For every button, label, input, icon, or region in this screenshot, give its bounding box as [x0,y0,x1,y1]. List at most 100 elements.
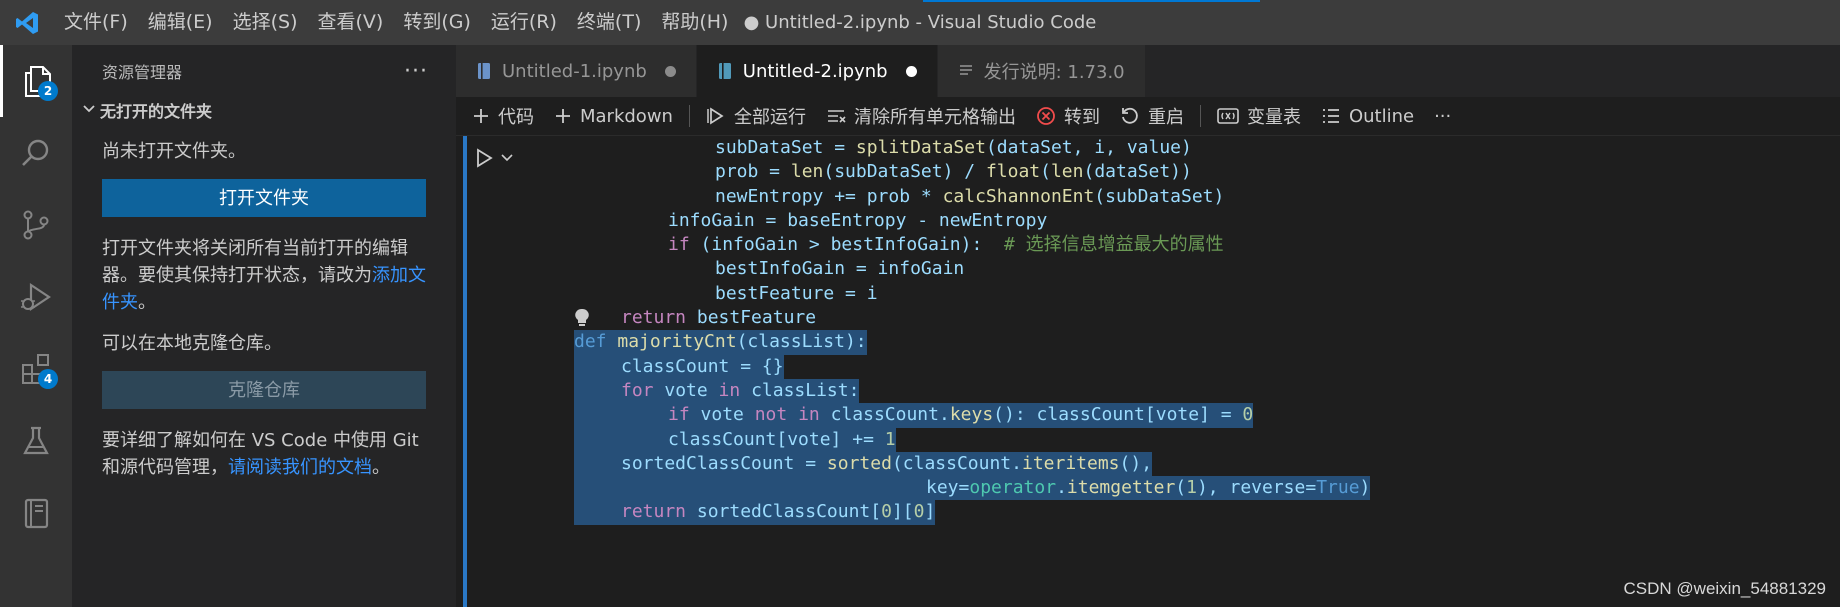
open-folder-note-text: 打开文件夹将关闭所有当前打开的编辑器。要使其保持打开状态，请改为 [102,238,408,286]
clone-repo-button[interactable]: 克隆仓库 [102,371,426,409]
menu-help[interactable]: 帮助(H) [651,0,738,45]
restart-icon [1120,106,1140,126]
explorer-badge: 2 [38,81,58,101]
menu-go[interactable]: 转到(G) [393,0,481,45]
lightbulb-icon[interactable] [574,308,590,332]
testing-button[interactable] [0,405,72,477]
tab-untitled-1[interactable]: Untitled-1.ipynb [456,45,697,97]
title-bar: 文件(F) 编辑(E) 选择(S) 查看(V) 转到(G) 运行(R) 终端(T… [0,0,1840,45]
notebook-file-icon [476,62,492,80]
explorer-sidebar: 资源管理器 ··· 无打开的文件夹 尚未打开文件夹。 打开文件夹 打开文件夹将关… [72,45,456,607]
editor-area: Untitled-1.ipynb Untitled-2.ipynb 发行说明: … [456,45,1840,607]
clear-all-icon [826,106,846,126]
code-line-selected: classCount = {} [574,354,1840,379]
code-line-selected: for vote in classList: [574,378,1840,404]
menu-bar: 文件(F) 编辑(E) 选择(S) 查看(V) 转到(G) 运行(R) 终端(T… [54,0,738,45]
sidebar-header: 资源管理器 ··· [72,45,456,97]
notebook-cell: subDataSet = splitDataSet(dataSet, i, va… [456,136,1840,607]
more-actions-icon[interactable]: ··· [404,59,428,84]
variables-button[interactable]: 变量表 [1217,103,1301,129]
notebook-toolbar: 代码 Markdown 全部运行 清除所有单元格输出 转到 重启 变量表 Out… [456,97,1840,136]
list-icon [1321,107,1341,125]
editor-tabs: Untitled-1.ipynb Untitled-2.ipynb 发行说明: … [456,45,1840,97]
vscode-logo-icon[interactable] [0,0,54,45]
more-toolbar-actions[interactable]: ··· [1434,106,1451,127]
unsaved-dot-icon[interactable] [664,65,676,77]
run-debug-button[interactable] [0,261,72,333]
menu-run[interactable]: 运行(R) [481,0,567,45]
tab-label: 发行说明: 1.73.0 [983,62,1125,83]
code-line: infoGain = baseEntropy - newEntropy [668,209,1048,231]
notebook-file-icon [717,62,733,80]
unsaved-dot-icon[interactable] [905,65,917,77]
variables-icon [1217,107,1239,125]
search-icon [22,139,49,166]
run-debug-icon [21,282,51,312]
notebook-button[interactable] [0,477,72,549]
git-help-text: 要详细了解如何在 VS Code 中使用 Git 和源代码管理，请阅读我们的文档… [102,427,426,481]
menu-terminal[interactable]: 终端(T) [567,0,651,45]
add-markdown-label: Markdown [580,105,673,127]
cell-focus-bar [463,136,467,607]
tab-untitled-2[interactable]: Untitled-2.ipynb [696,45,938,97]
code-line-selected: return sortedClassCount[0][0] [574,500,1840,525]
menu-selection[interactable]: 选择(S) [223,0,308,45]
add-code-cell-button[interactable]: 代码 [472,103,534,129]
code-line: prob = len(subDataSet) / float(len(dataS… [715,161,1192,183]
code-line-selected: key=operator.itemgetter(1), reverse=True… [574,476,1840,501]
sidebar-title: 资源管理器 [102,63,183,82]
goto-label: 转到 [1063,107,1100,128]
code-line-selected: def majorityCnt(classList): [574,330,1840,355]
extensions-badge: 4 [38,369,58,389]
plus-icon [554,107,572,125]
code-line: if (infoGain > bestInfoGain): # 选择信息增益最大… [668,234,1224,256]
menu-edit[interactable]: 编辑(E) [138,0,223,45]
menu-view[interactable]: 查看(V) [308,0,394,45]
section-title: 无打开的文件夹 [100,102,213,121]
release-notes-icon [958,63,974,79]
goto-button[interactable]: 转到 [1036,103,1100,129]
run-all-icon [706,106,726,126]
menu-file[interactable]: 文件(F) [54,0,138,45]
run-cell-button[interactable] [474,148,514,168]
no-folder-section-header[interactable]: 无打开的文件夹 [72,97,456,123]
code-line: return bestFeature [621,307,817,329]
source-control-button[interactable] [0,189,72,261]
flask-icon [23,426,49,455]
tab-label: Untitled-1.ipynb [502,60,647,82]
add-folder-suffix: 。 [138,292,156,313]
clear-outputs-label: 清除所有单元格输出 [853,107,1016,128]
restart-label: 重启 [1147,107,1184,128]
code-line: subDataSet = splitDataSet(dataSet, i, va… [715,137,1192,158]
search-button[interactable] [0,117,72,189]
sidebar-body: 尚未打开文件夹。 打开文件夹 打开文件夹将关闭所有当前打开的编辑器。要使其保持打… [72,138,456,481]
open-folder-button[interactable]: 打开文件夹 [102,179,426,217]
outline-button[interactable]: Outline [1321,106,1414,127]
title-accent-line [923,0,1260,2]
read-docs-link[interactable]: 请阅读我们的文档 [228,457,372,478]
watermark: CSDN @weixin_54881329 [1623,579,1826,598]
extensions-button[interactable]: 4 [0,333,72,405]
code-editor[interactable]: subDataSet = splitDataSet(dataSet, i, va… [574,136,1840,525]
add-code-label: 代码 [498,107,534,128]
add-markdown-cell-button[interactable]: Markdown [554,106,673,127]
plus-icon [472,107,490,125]
code-line-selected: classCount[vote] += 1 [574,427,1840,452]
tab-release-notes[interactable]: 发行说明: 1.73.0 [937,45,1146,97]
code-line-selected: sortedClassCount = sorted(classCount.ite… [574,451,1840,477]
run-all-button[interactable]: 全部运行 [706,103,806,129]
clear-outputs-button[interactable]: 清除所有单元格输出 [826,103,1016,129]
variables-label: 变量表 [1246,107,1301,128]
toolbar-separator [688,105,690,127]
tab-label: Untitled-2.ipynb [742,60,888,82]
no-folder-text: 尚未打开文件夹。 [102,141,246,162]
code-line: bestFeature = i [715,282,878,304]
clone-text: 可以在本地克隆仓库。 [102,333,282,354]
outline-label: Outline [1348,105,1415,127]
source-control-icon [23,210,49,240]
restart-button[interactable]: 重启 [1120,103,1184,129]
play-icon [477,148,493,168]
explorer-button[interactable]: 2 [0,45,72,117]
chevron-down-icon[interactable] [500,151,514,165]
activity-bar: 2 4 [0,45,72,607]
